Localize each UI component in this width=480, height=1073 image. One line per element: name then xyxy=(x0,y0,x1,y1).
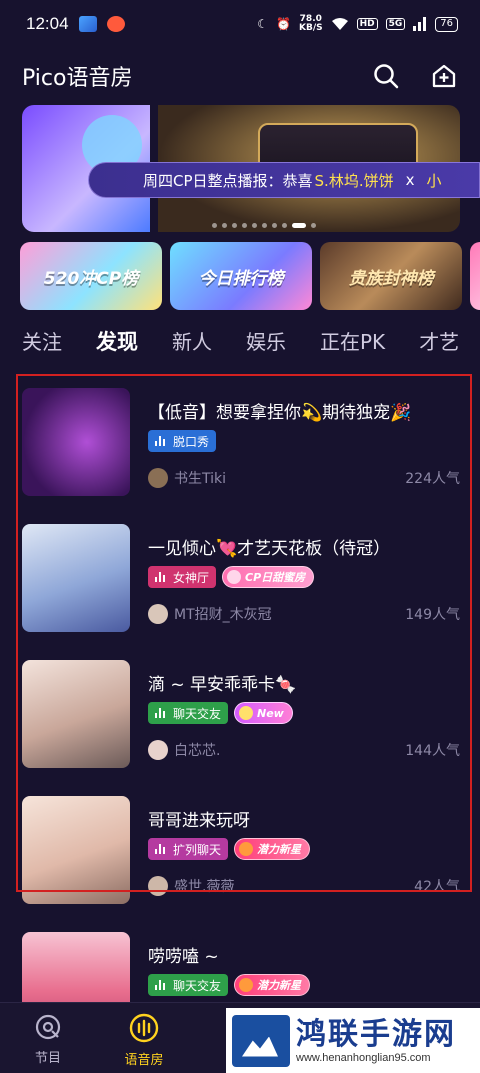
wifi-icon xyxy=(331,18,348,30)
tab-newcomer[interactable]: 新人 xyxy=(172,326,212,366)
audio-bars-icon xyxy=(155,436,165,446)
room-title: 【低音】想要拿捏你💫期待独宠🎉 xyxy=(148,403,412,423)
room-category-tag: 女神厅 xyxy=(148,566,217,588)
notification-app-icon xyxy=(78,16,97,32)
room-cover xyxy=(22,524,130,632)
rank-card-label: 今日排行榜 xyxy=(198,268,284,289)
room-owner: 盛世.薇薇 xyxy=(148,876,234,896)
signal-5g-icon: 5G xyxy=(385,18,406,30)
room-cover xyxy=(22,660,130,768)
status-bar: 12:04 ☾ ⏰ 78.0 KB/S HD 5G 76 xyxy=(0,0,480,48)
avatar xyxy=(148,740,168,760)
broadcast-x: x xyxy=(405,171,415,189)
avatar xyxy=(148,468,168,488)
nav-programs[interactable]: 节目 xyxy=(0,1003,96,1073)
alarm-icon: ⏰ xyxy=(276,17,291,31)
new-badge: New xyxy=(234,702,293,724)
category-tabs: 关注 发现 新人 娱乐 正在PK 才艺 xyxy=(22,326,480,366)
tab-entertainment[interactable]: 娱乐 xyxy=(246,326,286,366)
room-card[interactable]: 哥哥进来玩呀 扩列聊天 潜力新星 盛世.薇薇 42人气 xyxy=(22,796,462,904)
tab-follow[interactable]: 关注 xyxy=(22,326,62,366)
broadcast-tail: 小 xyxy=(426,171,442,190)
audio-bars-icon xyxy=(155,844,165,854)
rank-card-noble[interactable]: 贵族封神榜 xyxy=(320,242,462,310)
room-popularity: 42人气 xyxy=(414,879,460,895)
room-title: 一见倾心💘才艺天花板（待冠） xyxy=(148,539,391,559)
battery-indicator: 76 xyxy=(435,16,458,32)
rank-card-cp[interactable]: 520冲CP榜 xyxy=(20,242,162,310)
home-add-icon xyxy=(432,64,456,88)
rank-card-today[interactable]: 今日排行榜 xyxy=(170,242,312,310)
audio-bars-icon xyxy=(155,708,165,718)
flame-icon xyxy=(239,978,254,992)
room-category-tag: 聊天交友 xyxy=(148,974,229,996)
rising-star-badge: 潜力新星 xyxy=(234,838,311,860)
room-title: 滴 ~ 早安乖乖卡🍬 xyxy=(148,675,297,695)
room-category-tag: 脱口秀 xyxy=(148,430,217,452)
status-time: 12:04 xyxy=(26,14,69,33)
cp-day-badge: CP日甜蜜房 xyxy=(222,566,315,588)
programs-icon xyxy=(35,1014,61,1040)
moon-icon: ☾ xyxy=(257,17,269,31)
weibo-icon xyxy=(106,16,125,32)
net-speed: 78.0 KB/S xyxy=(298,14,323,33)
room-card[interactable]: 一见倾心💘才艺天花板（待冠） 女神厅 CP日甜蜜房 MT招财_木灰冠 149人气 xyxy=(22,524,462,632)
room-title: 唠唠嗑 ~ xyxy=(148,947,219,967)
rank-card-label: 贵族封神榜 xyxy=(348,268,434,289)
broadcast-winner: S.林坞.饼饼 xyxy=(314,171,394,190)
nav-label: 节目 xyxy=(34,1051,61,1066)
audio-bars-icon xyxy=(155,980,165,990)
tab-discover[interactable]: 发现 xyxy=(96,326,138,366)
room-cover xyxy=(22,388,130,496)
room-popularity: 224人气 xyxy=(405,471,460,487)
room-owner: MT招财_木灰冠 xyxy=(148,604,272,624)
site-watermark: 鸿联手游网 www.henanhonglian95.com xyxy=(226,1008,480,1073)
rank-card-more[interactable] xyxy=(470,242,480,310)
star-icon xyxy=(239,706,254,720)
watermark-logo xyxy=(232,1014,290,1067)
voice-room-icon xyxy=(129,1013,159,1043)
room-popularity: 144人气 xyxy=(405,743,460,759)
room-card[interactable]: 滴 ~ 早安乖乖卡🍬 聊天交友 New 白芯芯. 144人气 xyxy=(22,660,462,768)
flame-icon xyxy=(239,842,254,856)
room-popularity: 149人气 xyxy=(405,607,460,623)
app-title: Pico语音房 xyxy=(22,66,133,91)
rising-star-badge: 潜力新星 xyxy=(234,974,311,996)
nav-label: 语音房 xyxy=(124,1053,164,1068)
room-owner: 书生Tiki xyxy=(148,468,226,488)
avatar xyxy=(148,604,168,624)
room-owner: 白芯芯. xyxy=(148,740,220,760)
tab-talent[interactable]: 才艺 xyxy=(419,326,459,366)
room-title: 哥哥进来玩呀 xyxy=(148,811,250,831)
create-room-button[interactable] xyxy=(430,62,458,90)
tab-pk[interactable]: 正在PK xyxy=(320,326,385,366)
avatar xyxy=(148,876,168,896)
app-header: Pico语音房 xyxy=(0,48,480,104)
heart-icon xyxy=(227,570,242,584)
room-category-tag: 聊天交友 xyxy=(148,702,229,724)
broadcast-prefix: 周四CP日整点播报：恭喜 xyxy=(143,171,313,190)
room-cover xyxy=(22,796,130,904)
audio-bars-icon xyxy=(155,572,165,582)
banner-pagination xyxy=(212,223,316,228)
rank-card-label: 520冲CP榜 xyxy=(43,268,139,289)
watermark-name: 鸿联手游网 xyxy=(296,1016,456,1052)
watermark-url: www.henanhonglian95.com xyxy=(296,1051,431,1064)
nav-voice-room[interactable]: 语音房 xyxy=(96,1003,192,1073)
rank-cards: 520冲CP榜 今日排行榜 贵族封神榜 xyxy=(20,242,480,310)
room-card[interactable]: 【低音】想要拿捏你💫期待独宠🎉 脱口秀 书生Tiki 224人气 xyxy=(22,388,462,496)
signal-bars-icon xyxy=(413,17,427,31)
room-category-tag: 扩列聊天 xyxy=(148,838,229,860)
broadcast-ticker[interactable]: 周四CP日整点播报：恭喜 S.林坞.饼饼 x 小 xyxy=(88,162,480,198)
search-button[interactable] xyxy=(372,62,400,90)
search-icon xyxy=(374,64,399,89)
hd-icon: HD xyxy=(356,18,378,30)
